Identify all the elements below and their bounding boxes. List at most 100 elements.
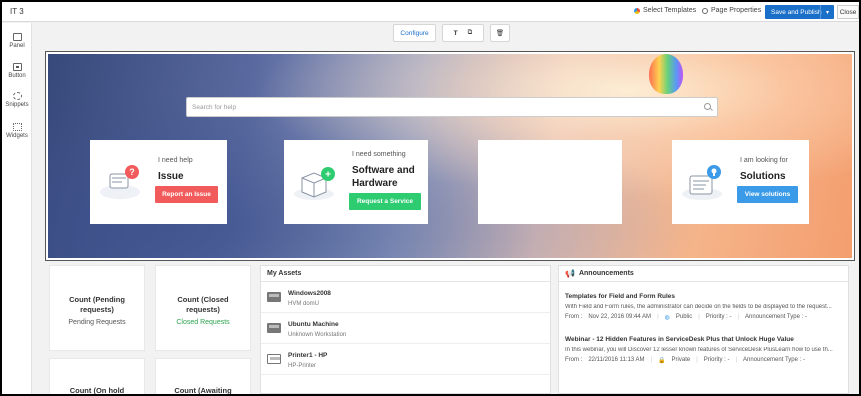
rail-item-snippets[interactable]: Snippets [2, 92, 32, 108]
solutions-card-eyebrow: I am looking for [740, 157, 788, 164]
save-and-publish-label: Save and Publish [771, 8, 822, 16]
asset-row[interactable]: Windows2008 HVM domU [261, 283, 550, 313]
meta-divider: | [735, 357, 738, 363]
asset-row[interactable]: Ubuntu Machine Unknown Workstation [261, 314, 550, 344]
globe-icon: ◍ [664, 315, 670, 321]
left-rail: Panel Button Snippets Widgets [2, 23, 32, 394]
announcement-item[interactable]: Webinar - 12 Hidden Features in ServiceD… [565, 336, 841, 364]
copy-icon[interactable]: ⧉ [468, 29, 473, 37]
count-awaiting-tile[interactable]: Count (Awaiting [155, 358, 251, 394]
meta-divider: | [737, 314, 740, 320]
gear-icon [702, 7, 708, 14]
announcement-meta: From : Nov 22, 2016 09:44 AM | ◍ Public … [565, 314, 841, 321]
snippets-icon [12, 92, 22, 100]
save-options-dropdown[interactable]: ▾ [820, 5, 834, 19]
asset-type: HVM domU [288, 301, 320, 307]
meta-divider: | [657, 314, 659, 320]
announcement-visibility: Private [671, 357, 691, 363]
empty-card [478, 140, 622, 224]
view-solutions-button[interactable]: View solutions [737, 186, 798, 203]
hero-banner: Search for help ? I need help Issue Repo… [45, 51, 855, 261]
announcement-item[interactable]: Templates for Field and Form Rules With … [565, 293, 841, 321]
server-icon [267, 292, 281, 302]
announcement-type: Announcement Type : - [743, 357, 805, 363]
select-templates-button[interactable]: Select Templates [634, 7, 696, 14]
search-input[interactable]: Search for help [186, 97, 718, 117]
request-service-button[interactable]: Request a Service [349, 193, 421, 210]
app-window: IT 3 Select Templates Page Properties Sa… [2, 2, 859, 394]
service-card-eyebrow: I need something [352, 151, 406, 158]
button-icon [12, 63, 22, 71]
text-tools: T ⧉ [442, 24, 484, 42]
announcement-type: Announcement Type : - [745, 314, 807, 320]
count-onhold-title: Count (On hold [69, 386, 125, 394]
announcements-panel: 📢 Announcements Templates for Field and … [558, 265, 849, 394]
rail-item-button[interactable]: Button [2, 63, 32, 79]
solutions-card-title: Solutions [740, 171, 786, 182]
svg-text:+: + [325, 170, 331, 181]
delete-button[interactable]: 🗑 [490, 24, 510, 42]
my-assets-panel: My Assets Windows2008 HVM domU Ubuntu Ma… [260, 265, 551, 394]
rail-button-label: Button [8, 73, 26, 79]
announcement-date: 22/11/2016 11:13 AM [588, 357, 645, 363]
lock-icon: 🔒 [658, 358, 666, 364]
asset-row[interactable]: Printer1 - HP HP-Printer [261, 345, 550, 375]
banner-background: Search for help ? I need help Issue Repo… [48, 54, 852, 258]
widgets-icon [12, 123, 22, 131]
service-card-title-line2: Hardware [352, 178, 398, 189]
svg-text:?: ? [129, 167, 135, 177]
issue-illustration-icon: ? [100, 165, 140, 199]
announcement-priority: Priority : - [703, 357, 730, 363]
search-icon[interactable] [704, 103, 711, 110]
service-card-title-line1: Software and [352, 165, 415, 176]
announcements-header: 📢 Announcements [559, 266, 848, 282]
count-pending-title: Count (Pending requests) [69, 295, 125, 314]
page-properties-label: Page Properties [711, 7, 762, 14]
solutions-illustration-icon [682, 165, 722, 200]
announcement-visibility: Public [675, 314, 693, 320]
issue-card-title: Issue [158, 171, 184, 182]
rail-item-widgets[interactable]: Widgets [2, 123, 32, 139]
palette-icon [634, 7, 640, 14]
asset-type: Unknown Workstation [288, 332, 347, 338]
count-pending-tile[interactable]: Count (Pending requests) Pending Request… [49, 265, 145, 351]
printer-icon [267, 354, 281, 364]
hot-air-balloon-image [649, 54, 683, 94]
panel-icon [12, 33, 22, 41]
announcement-from-label: From : [565, 357, 583, 363]
report-issue-button[interactable]: Report an Issue [155, 186, 218, 203]
select-templates-label: Select Templates [643, 7, 697, 14]
my-assets-header: My Assets [261, 266, 550, 282]
count-awaiting-title: Count (Awaiting [174, 386, 232, 394]
box-illustration-icon: + [294, 167, 335, 200]
count-onhold-tile[interactable]: Count (On hold [49, 358, 145, 394]
chevron-down-icon: ▾ [825, 9, 829, 16]
search-placeholder: Search for help [192, 104, 237, 111]
meta-divider: | [696, 357, 698, 363]
rail-item-panel[interactable]: Panel [2, 33, 32, 49]
announcements-title: Announcements [578, 270, 634, 277]
issue-card: ? I need help Issue Report an Issue [90, 140, 227, 224]
configure-button[interactable]: Configure [393, 24, 436, 42]
megaphone-icon: 📢 [565, 269, 575, 278]
rail-snippets-label: Snippets [5, 102, 29, 108]
close-button[interactable]: Close [837, 5, 859, 19]
issue-card-eyebrow: I need help [158, 157, 193, 164]
count-closed-value: Closed Requests [176, 319, 230, 326]
trash-icon: 🗑 [495, 30, 505, 37]
count-closed-tile[interactable]: Count (Closed requests) Closed Requests [155, 265, 251, 351]
top-bar: IT 3 Select Templates Page Properties Sa… [2, 2, 859, 22]
announcement-desc: With Field and Form rules, the administr… [565, 304, 832, 310]
text-format-button[interactable]: T [454, 30, 458, 37]
meta-divider: | [698, 314, 700, 320]
announcement-priority: Priority : - [705, 314, 732, 320]
meta-divider: | [650, 357, 653, 363]
rail-panel-label: Panel [9, 43, 25, 49]
announcement-from-label: From : [565, 314, 583, 320]
count-closed-title: Count (Closed requests) [177, 295, 229, 314]
asset-name: Printer1 - HP [288, 352, 328, 359]
page-properties-button[interactable]: Page Properties [702, 7, 761, 14]
rail-widgets-label: Widgets [6, 133, 28, 139]
app-title: IT 3 [10, 7, 24, 16]
solutions-card: I am looking for Solutions View solution… [672, 140, 809, 224]
